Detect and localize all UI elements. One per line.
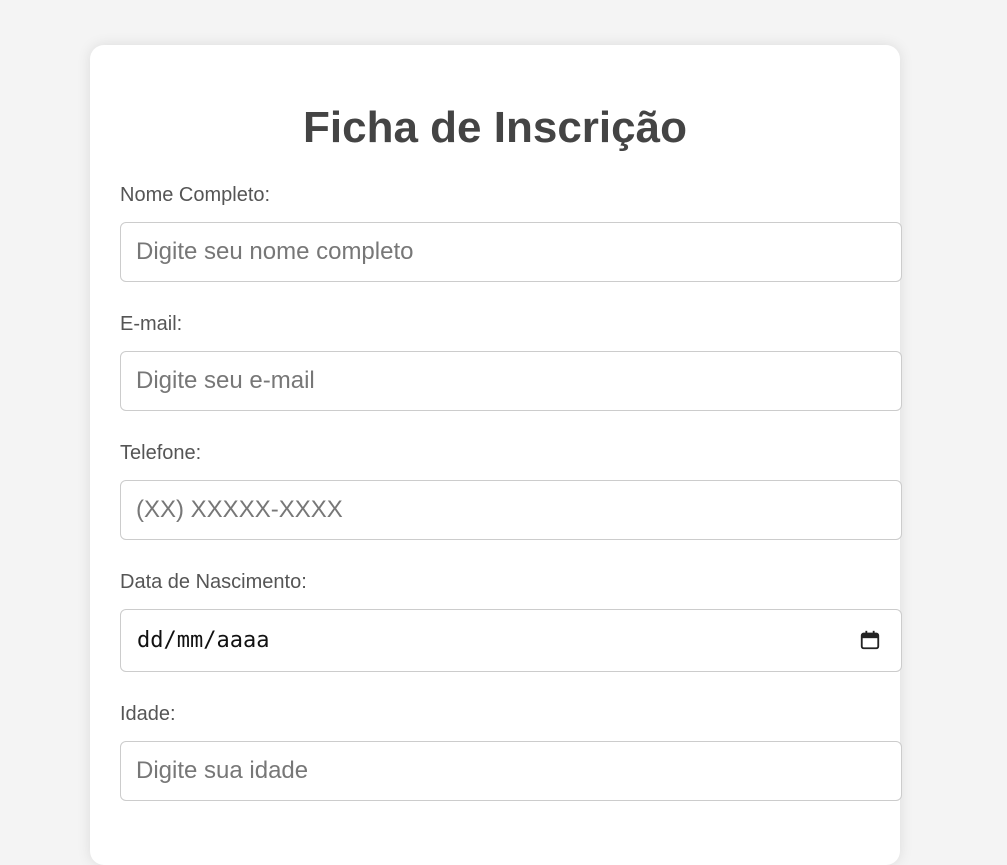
birth-date-label: Data de Nascimento: <box>120 571 307 593</box>
age-input[interactable] <box>120 741 902 801</box>
email-label: E-mail: <box>120 313 183 335</box>
full-name-label: Nome Completo: <box>120 184 271 206</box>
form-title: Ficha de Inscrição <box>303 103 687 152</box>
birth-date-value[interactable]: dd/mm/aaaa <box>137 627 269 655</box>
birth-date-input[interactable]: dd/mm/aaaa <box>120 609 902 672</box>
email-input[interactable] <box>120 351 902 411</box>
phone-input[interactable] <box>120 480 902 540</box>
age-label: Idade: <box>120 703 176 725</box>
phone-label: Telefone: <box>120 442 202 464</box>
full-name-input[interactable] <box>120 222 902 282</box>
calendar-icon[interactable] <box>859 629 881 651</box>
registration-form-card: Ficha de Inscrição Nome Completo: E-mail… <box>90 45 902 865</box>
